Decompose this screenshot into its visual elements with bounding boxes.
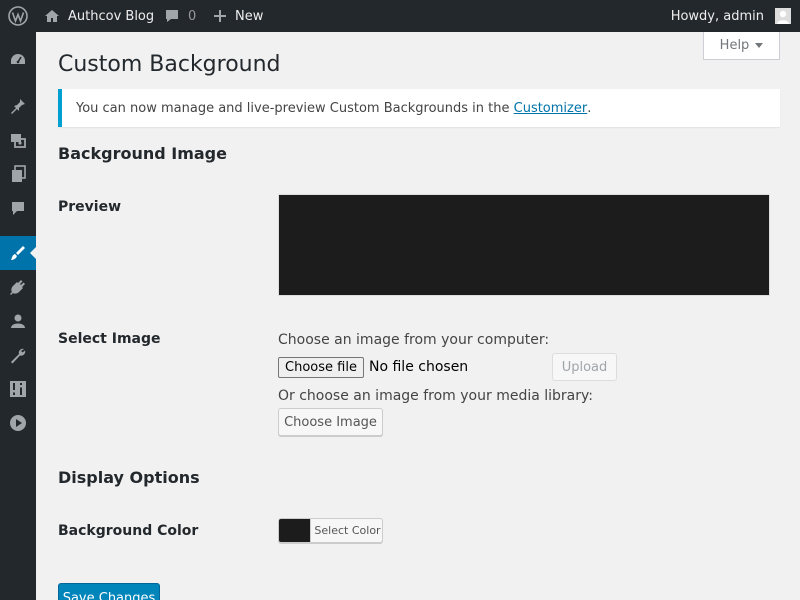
help-tab-button[interactable]: Help [703, 32, 780, 60]
tools-icon [11, 348, 26, 364]
wordpress-logo-icon[interactable] [0, 0, 36, 32]
upload-button[interactable]: Upload [552, 353, 617, 381]
color-swatch[interactable] [279, 519, 310, 542]
dashboard-icon [11, 54, 25, 64]
sidebar-item-dashboard[interactable] [0, 43, 36, 77]
sidebar-item-plugins[interactable] [0, 270, 36, 304]
plus-icon [214, 10, 226, 22]
display-options-heading: Display Options [58, 468, 200, 487]
choose-from-computer-text: Choose an image from your computer: [278, 332, 550, 348]
new-content-link[interactable]: New [213, 0, 263, 32]
site-name-link[interactable]: Authcov Blog [44, 0, 154, 32]
sidebar-item-tools[interactable] [0, 338, 36, 372]
settings-icon [10, 381, 26, 397]
info-notice: You can now manage and live-preview Cust… [58, 89, 780, 127]
home-icon [45, 10, 59, 22]
caret-down-icon [755, 43, 764, 48]
appearance-icon [11, 246, 25, 260]
play-icon [10, 415, 26, 431]
sidebar-item-media[interactable] [0, 123, 36, 157]
background-preview [278, 194, 770, 296]
site-name: Authcov Blog [68, 8, 155, 24]
plugins-icon [10, 280, 25, 295]
comment-bubble-icon [166, 10, 178, 22]
save-changes-button[interactable]: Save Changes [58, 583, 160, 600]
sidebar-item-comments[interactable] [0, 191, 36, 225]
account-menu[interactable]: Howdy, admin [671, 0, 764, 32]
comments-count: 0 [188, 8, 197, 24]
choose-from-library-text: Or choose an image from your media libra… [278, 388, 593, 404]
pin-icon [11, 99, 25, 114]
customizer-link[interactable]: Customizer [514, 101, 588, 116]
choose-image-button[interactable]: Choose Image [278, 408, 383, 436]
howdy-text: Howdy, admin [670, 8, 764, 24]
select-image-label: Select Image [58, 331, 161, 347]
sidebar-item-appearance[interactable] [0, 236, 36, 270]
notice-end: . [587, 100, 592, 116]
sidebar-item-media-player[interactable] [0, 406, 36, 440]
file-status-text: No file chosen [369, 359, 469, 375]
help-label: Help [719, 38, 750, 53]
background-color-picker[interactable]: Select Color [278, 518, 383, 543]
sidebar-item-users[interactable] [0, 304, 36, 338]
media-icon [11, 134, 26, 148]
background-image-heading: Background Image [58, 144, 227, 163]
admin-sidebar [0, 32, 36, 600]
page-title: Custom Background [58, 52, 281, 77]
pages-icon [12, 165, 26, 182]
notice-text: You can now manage and live-preview Cust… [76, 100, 514, 116]
choose-file-button[interactable]: Choose file [278, 357, 364, 378]
comments-icon [12, 202, 24, 215]
users-icon [11, 314, 25, 328]
new-label: New [235, 8, 264, 24]
admin-bar: Authcov Blog 0 New Howdy, admin [0, 0, 800, 32]
background-color-label: Background Color [58, 523, 199, 539]
avatar[interactable] [775, 8, 791, 24]
sidebar-item-pages[interactable] [0, 157, 36, 191]
select-color-label[interactable]: Select Color [310, 519, 382, 542]
sidebar-item-settings[interactable] [0, 372, 36, 406]
sidebar-item-posts[interactable] [0, 89, 36, 123]
preview-label: Preview [58, 199, 122, 215]
comments-link[interactable]: 0 [164, 0, 196, 32]
